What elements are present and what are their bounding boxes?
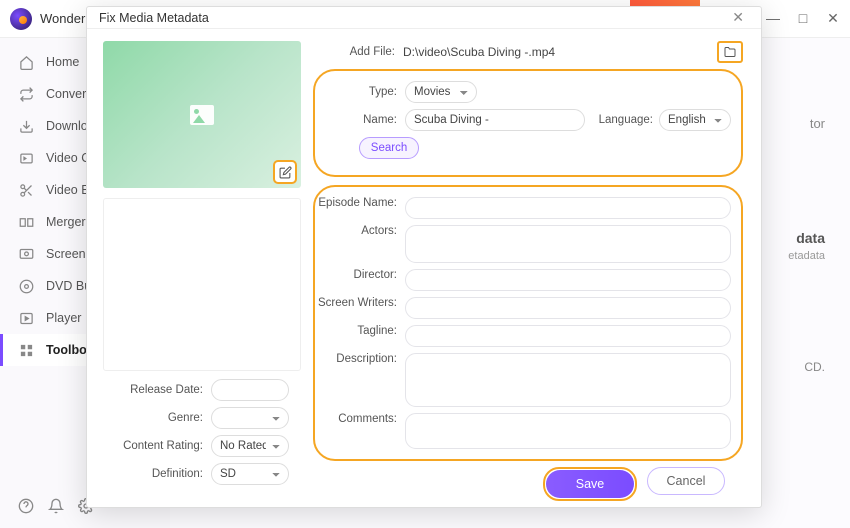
close-window-button[interactable]: ✕ [826,10,840,27]
search-button[interactable]: Search [359,137,419,159]
genre-label: Genre: [103,412,211,424]
save-button[interactable]: Save [546,470,634,498]
writers-input[interactable] [405,297,731,319]
edit-cover-button[interactable] [273,160,297,184]
compressor-icon [18,150,34,166]
search-criteria-group: Type: Movies Name: Language: English Sea… [313,69,743,177]
cancel-button[interactable]: Cancel [647,467,725,495]
content-rating-select[interactable]: No Rated [211,435,289,457]
language-label: Language: [599,114,653,126]
genre-select[interactable] [211,407,289,429]
definition-label: Definition: [103,468,211,480]
dialog-title: Fix Media Metadata [99,11,209,25]
tagline-label: Tagline: [315,325,405,337]
sidebar-item-label: Merger [46,215,86,229]
play-icon [18,310,34,326]
release-date-label: Release Date: [103,384,211,396]
name-label: Name: [315,114,405,126]
comments-input[interactable] [405,413,731,449]
episode-name-input[interactable] [405,197,731,219]
dialog-header: Fix Media Metadata ✕ [87,7,761,29]
browse-file-button[interactable] [717,41,743,63]
cover-thumbnail [103,41,301,188]
fix-metadata-dialog: Fix Media Metadata ✕ Release Date: Genre… [86,6,762,508]
language-select[interactable]: English [659,109,731,131]
scissors-icon [18,182,34,198]
name-input[interactable] [405,109,585,131]
bg-text: tor [810,116,825,131]
sidebar-item-label: Home [46,55,79,69]
dialog-close-button[interactable]: ✕ [727,7,749,28]
definition-select[interactable]: SD [211,463,289,485]
dialog-footer: Save Cancel [313,461,743,511]
type-select[interactable]: Movies [405,81,477,103]
toolbox-icon [18,342,34,358]
add-file-label: Add File: [313,46,403,58]
dialog-left-panel: Release Date: Genre: Content Rating: No … [87,29,305,519]
bg-text: CD. [804,360,825,374]
help-icon[interactable] [18,498,34,514]
bell-icon[interactable] [48,498,64,514]
download-icon [18,118,34,134]
home-icon [18,54,34,70]
type-label: Type: [315,86,405,98]
image-placeholder-icon [190,105,214,125]
metadata-fields-group: Episode Name: Actors: Director: Screen W… [313,185,743,461]
release-date-input[interactable] [211,379,289,401]
actors-input[interactable] [405,225,731,263]
search-results-list[interactable] [103,198,301,371]
bg-text: data [796,230,825,246]
episode-name-label: Episode Name: [315,197,405,209]
merger-icon [18,214,34,230]
director-input[interactable] [405,269,731,291]
bg-text: etadata [788,250,825,262]
content-rating-label: Content Rating: [103,440,211,452]
window-controls: — □ ✕ [766,10,840,27]
description-input[interactable] [405,353,731,407]
app-name: Wonder [40,11,85,26]
description-label: Description: [315,353,405,365]
file-path-text: D:\video\Scuba Diving -.mp4 [403,45,717,59]
disc-icon [18,278,34,294]
maximize-button[interactable]: □ [796,10,810,27]
recorder-icon [18,246,34,262]
dialog-right-panel: Add File: D:\video\Scuba Diving -.mp4 Ty… [305,29,761,519]
writers-label: Screen Writers: [315,297,405,309]
comments-label: Comments: [315,413,405,425]
app-logo-icon [10,8,32,30]
converter-icon [18,86,34,102]
tagline-input[interactable] [405,325,731,347]
actors-label: Actors: [315,225,405,237]
minimize-button[interactable]: — [766,10,780,27]
director-label: Director: [315,269,405,281]
sidebar-item-label: Player [46,311,81,325]
